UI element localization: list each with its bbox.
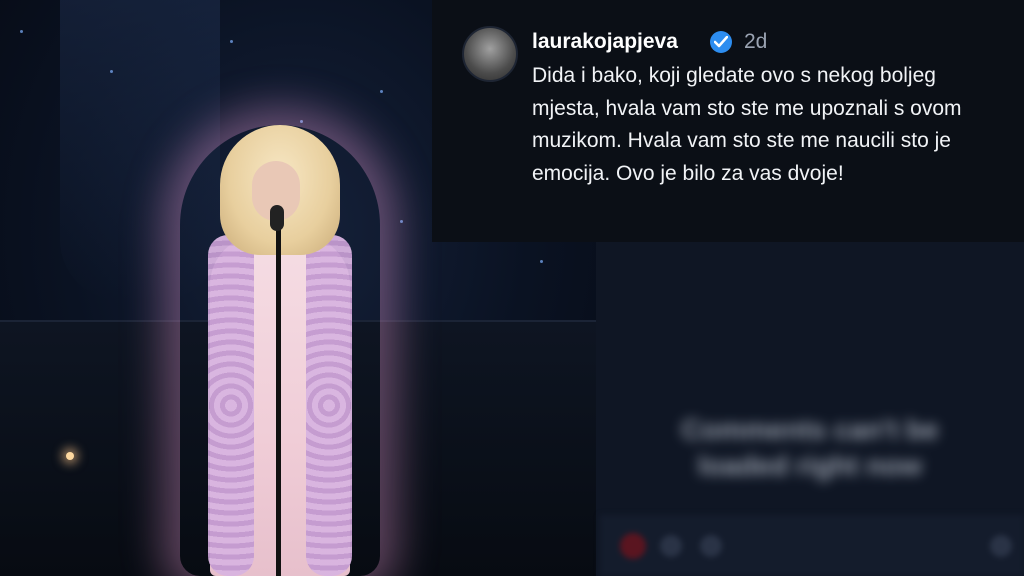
post-caption: Dida i bako, koji gledate ovo s nekog bo…: [532, 64, 962, 185]
verified-badge-icon: [710, 31, 732, 53]
like-icon[interactable]: [620, 533, 646, 559]
sparkle: [380, 90, 383, 93]
action-bar: [600, 515, 1024, 576]
save-icon[interactable]: [990, 535, 1012, 557]
sparkle: [20, 30, 23, 33]
stage-light: [66, 452, 74, 460]
feather-boa-left: [208, 235, 254, 576]
sparkle: [540, 260, 543, 263]
mic-stand: [276, 215, 281, 576]
post-time[interactable]: 2d: [744, 30, 767, 54]
sparkle: [110, 70, 113, 73]
sparkle: [230, 40, 233, 43]
sparkle: [300, 120, 303, 123]
avatar[interactable]: [462, 26, 518, 82]
sparkle: [400, 220, 403, 223]
username-link[interactable]: laurakojapjeva: [532, 30, 678, 54]
microphone-icon: [270, 205, 284, 231]
comments-disabled-message: Comments can't be loaded right now: [681, 414, 939, 481]
comment-icon[interactable]: [660, 535, 682, 557]
feather-boa-right: [306, 235, 352, 576]
performer-figure: [180, 125, 380, 576]
share-icon[interactable]: [700, 535, 722, 557]
